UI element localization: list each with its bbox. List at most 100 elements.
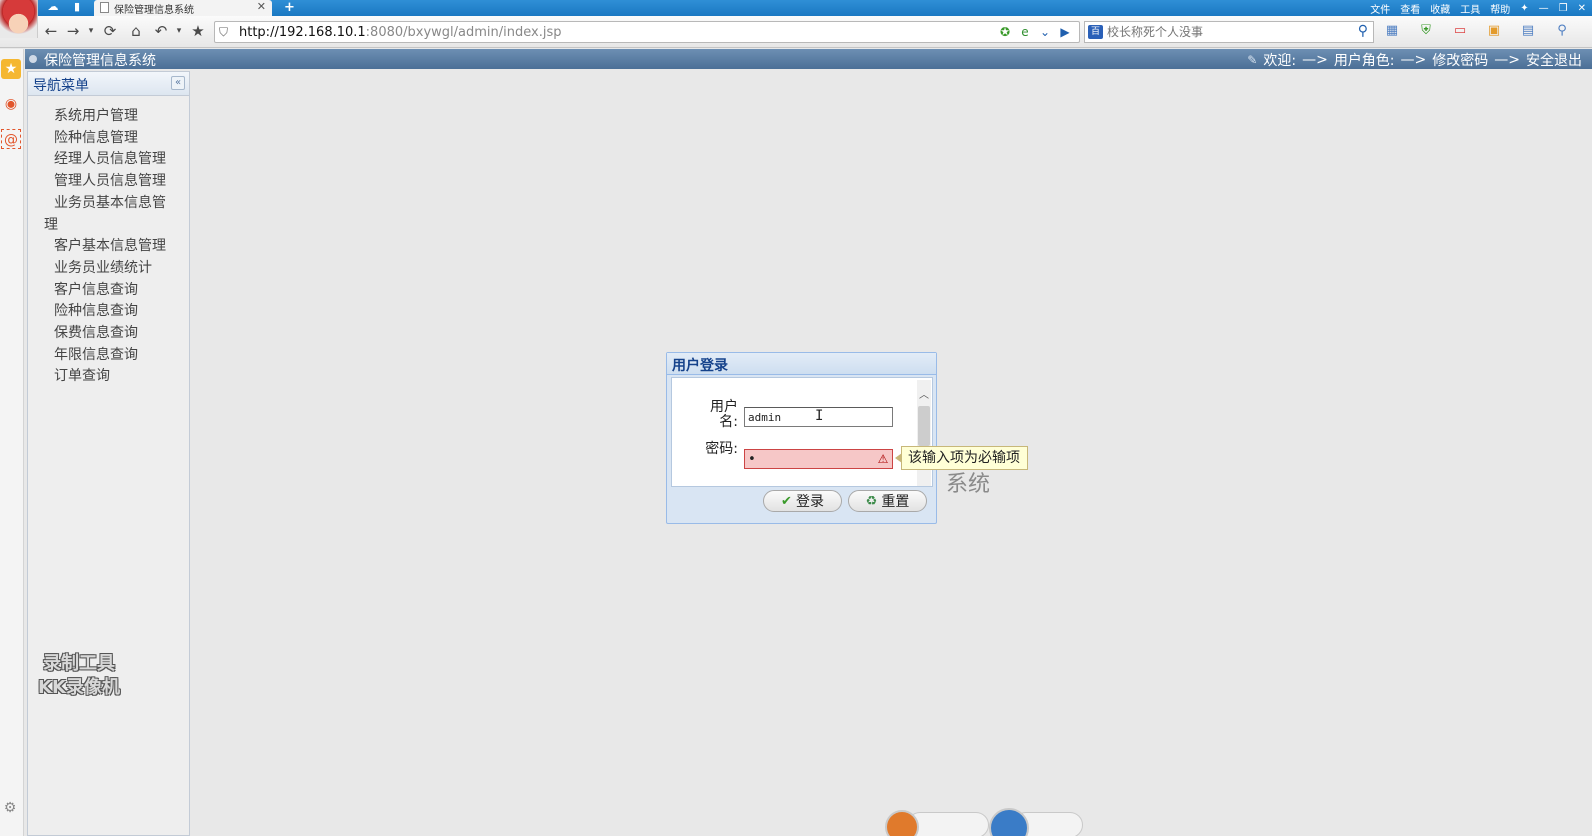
nav-panel-header: 导航菜单 « — [28, 72, 189, 96]
back-arrow-icon[interactable]: ← — [42, 22, 60, 40]
menu-file[interactable]: 文件 — [1370, 1, 1390, 16]
nav-item-insurance-query[interactable]: 险种信息查询 — [44, 301, 174, 323]
change-password-link[interactable]: 修改密码 — [1432, 50, 1488, 70]
nav-item-premium-query[interactable]: 保费信息查询 — [44, 323, 174, 345]
login-dialog-footer: ✔ 登录 ♻ 重置 — [671, 487, 933, 519]
nav-item-salesperson-info[interactable]: 业务员基本信息管理 — [44, 193, 174, 236]
password-input[interactable] — [744, 449, 893, 469]
required-field-tooltip: 该输入项为必输项 — [895, 446, 1028, 470]
browser-sidebar: ★ ◉ @ — [0, 49, 24, 836]
login-button[interactable]: ✔ 登录 — [763, 490, 842, 512]
watermark-line: 录制工具 — [43, 653, 115, 674]
cloud-icon[interactable]: ☁ — [46, 1, 60, 13]
user-avatar[interactable] — [0, 0, 38, 38]
pin-icon[interactable]: ✦ — [1520, 3, 1528, 14]
email-at-icon[interactable]: @ — [1, 129, 21, 149]
browser-tab-active[interactable]: 保险管理信息系统 ✕ — [94, 0, 272, 16]
arrow-separator: —> — [1400, 52, 1427, 68]
chevron-down-icon[interactable]: ⌄ — [1037, 24, 1053, 40]
url-text[interactable]: http://192.168.10.1:8080/bxywgl/admin/in… — [239, 25, 561, 40]
welcome-label: 欢迎: — [1263, 53, 1297, 69]
scroll-up-icon[interactable]: ︿ — [918, 390, 930, 402]
window-close-icon[interactable]: ✕ — [1578, 3, 1586, 14]
undo-dropdown-icon[interactable]: ▾ — [170, 22, 188, 40]
scrollbar-thumb[interactable] — [918, 406, 930, 446]
reset-button-label: 重置 — [881, 494, 910, 510]
menu-view[interactable]: 查看 — [1400, 1, 1420, 16]
login-dialog: 用户登录 用户名: 密码: ⚠ ︿ ✔ 登录 ♻ 重置 — [666, 352, 937, 524]
new-tab-button[interactable]: + — [284, 0, 295, 15]
header-bullet-icon — [29, 55, 37, 63]
nav-item-managers[interactable]: 经理人员信息管理 — [44, 149, 174, 171]
nav-item-system-users[interactable]: 系统用户管理 — [44, 106, 174, 128]
nav-title: 导航菜单 — [33, 78, 89, 94]
close-tab-icon[interactable]: ✕ — [257, 0, 266, 13]
document-icon — [100, 2, 109, 13]
adblock-icon[interactable]: ▭ — [1452, 22, 1468, 40]
search-icon[interactable]: ⚲ — [1358, 23, 1368, 39]
screenshot-icon[interactable]: ▣ — [1486, 22, 1502, 40]
nav-item-order-query[interactable]: 订单查询 — [44, 366, 174, 388]
apps-grid-icon[interactable]: ▦ — [1384, 22, 1400, 40]
reset-button[interactable]: ♻ 重置 — [848, 490, 927, 512]
search-input[interactable] — [1107, 23, 1347, 41]
favorites-star-icon[interactable]: ★ — [1, 59, 21, 79]
refresh-icon[interactable]: ⟳ — [101, 22, 119, 40]
app-title: 保险管理信息系统 — [44, 53, 156, 69]
restore-icon[interactable]: ❐ — [1559, 3, 1568, 14]
menu-tools[interactable]: 工具 — [1460, 1, 1480, 16]
nav-item-sales-performance[interactable]: 业务员业绩统计 — [44, 258, 174, 280]
address-bar[interactable]: ⛉ http://192.168.10.1:8080/bxywgl/admin/… — [214, 21, 1080, 43]
nav-item-term-query[interactable]: 年限信息查询 — [44, 345, 174, 367]
zoom-icon[interactable]: ⚲ — [1554, 22, 1570, 40]
compat-mode-icon[interactable]: ✪ — [997, 24, 1013, 40]
tab-title: 保险管理信息系统 — [114, 5, 194, 16]
weibo-icon[interactable]: ◉ — [1, 94, 21, 114]
nav-item-customer-info[interactable]: 客户基本信息管理 — [44, 236, 174, 258]
floating-widgets — [883, 808, 1083, 836]
search-engine-icon[interactable]: 百 — [1088, 25, 1103, 39]
home-icon[interactable]: ⌂ — [127, 22, 145, 40]
watermark-line: KK录像机 — [38, 677, 120, 698]
ie-engine-icon[interactable]: e — [1017, 24, 1033, 40]
checkmark-icon: ✔ — [781, 493, 792, 509]
reset-recycle-icon: ♻ — [865, 493, 878, 509]
nav-item-insurance-types[interactable]: 险种信息管理 — [44, 128, 174, 150]
login-dialog-header: 用户登录 — [667, 353, 936, 375]
speed-ball-icon[interactable] — [885, 810, 919, 836]
browser-toolbar: ← → ▾ ⟳ ⌂ ↶ ▾ ★ ⛉ http://192.168.10.1:80… — [0, 16, 1592, 48]
collapse-icon[interactable]: « — [171, 76, 185, 90]
gear-icon[interactable]: ⚙ — [2, 800, 18, 816]
undo-icon[interactable]: ↶ — [152, 22, 170, 40]
header-links: ✎ 欢迎: —> 用户角色: —> 修改密码 —> 安全退出 — [1247, 50, 1582, 70]
search-box[interactable]: 百 ⚲ — [1084, 21, 1374, 43]
shield-icon: ⛉ — [219, 25, 229, 39]
speed-widget[interactable] — [907, 812, 989, 836]
recorder-watermark: 录制工具 KK录像机 — [22, 652, 136, 700]
star-icon[interactable]: ★ — [189, 22, 207, 40]
forward-arrow-icon[interactable]: → — [64, 22, 82, 40]
username-label: 用户名: — [710, 399, 738, 430]
warning-icon: ⚠ — [877, 452, 889, 466]
minimize-icon[interactable]: — — [1539, 3, 1549, 14]
password-label: 密码: — [705, 441, 738, 457]
browser-tab-strip: ☁ ▮ 保险管理信息系统 ✕ + 文件 查看 收藏 工具 帮助 ✦ — ❐ ✕ — [0, 0, 1592, 16]
window-icon[interactable]: ▤ — [1520, 22, 1536, 40]
menu-help[interactable]: 帮助 — [1490, 1, 1510, 16]
browser-menu-bar: 文件 查看 收藏 工具 帮助 ✦ — ❐ ✕ — [1370, 0, 1586, 16]
logout-link[interactable]: 安全退出 — [1526, 50, 1582, 70]
menu-favorites[interactable]: 收藏 — [1430, 1, 1450, 16]
nav-item-administrators[interactable]: 管理人员信息管理 — [44, 171, 174, 193]
nav-panel: 导航菜单 « 系统用户管理 险种信息管理 经理人员信息管理 管理人员信息管理 业… — [27, 71, 190, 836]
login-form: 用户名: 密码: ⚠ ︿ — [671, 377, 933, 487]
security-shield-icon[interactable]: ⛨ — [1418, 22, 1434, 40]
text-cursor-icon: I — [815, 408, 824, 424]
background-title-text: 系统 — [946, 472, 991, 497]
history-dropdown-icon[interactable]: ▾ — [82, 22, 100, 40]
go-arrow-icon[interactable]: ▶ — [1057, 24, 1073, 40]
page-icon[interactable]: ▮ — [70, 1, 84, 13]
login-button-label: 登录 — [795, 494, 824, 510]
form-scrollbar[interactable]: ︿ — [917, 380, 931, 486]
nav-item-customer-query[interactable]: 客户信息查询 — [44, 280, 174, 302]
address-bar-icons: ✪ e ⌄ ▶ — [997, 24, 1073, 40]
